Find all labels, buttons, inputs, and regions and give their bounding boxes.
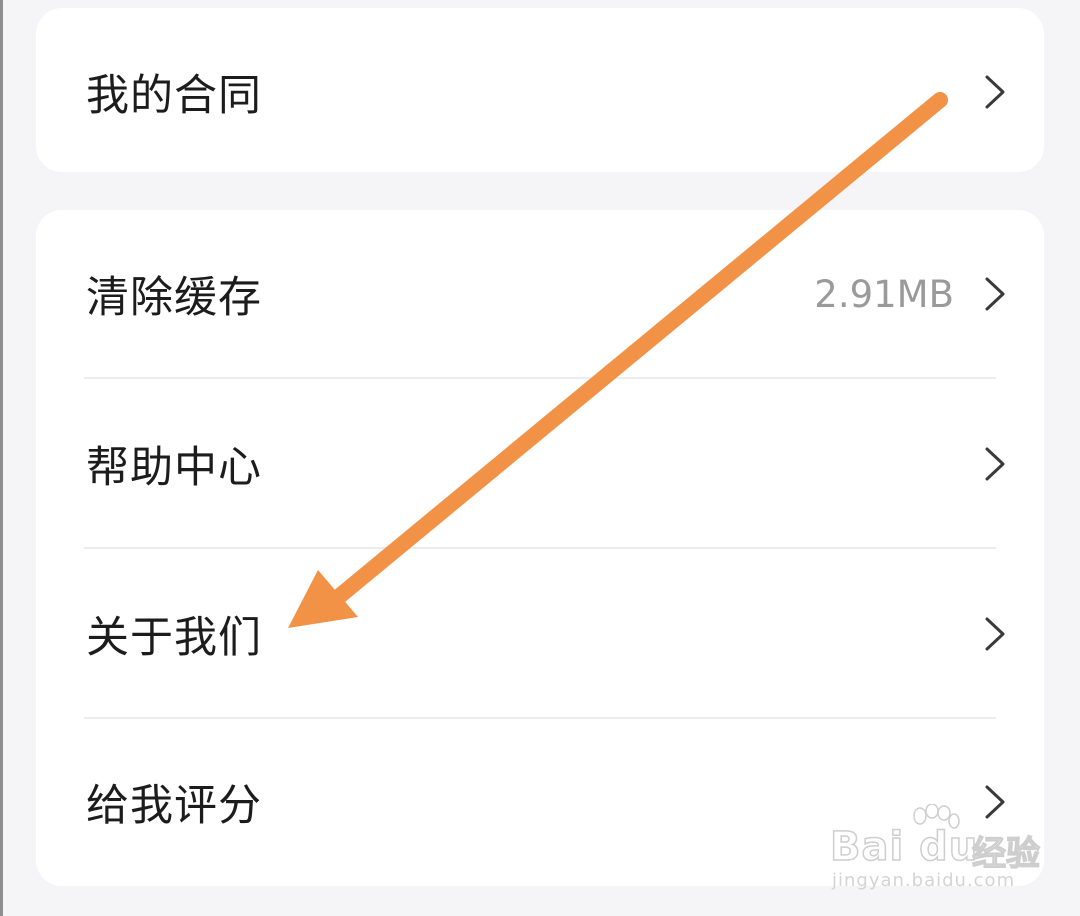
settings-card: 清除缓存 2.91MB 帮助中心 关于我们 给我评分: [36, 210, 1044, 886]
row-divider: [84, 377, 996, 379]
chevron-right-icon: [985, 277, 1005, 311]
chevron-right-icon: [985, 447, 1005, 481]
menu-item-label: 清除缓存: [86, 273, 262, 323]
menu-item-my-contract[interactable]: 我的合同: [36, 8, 1044, 176]
chevron-right-icon: [985, 617, 1005, 651]
menu-item-help-center[interactable]: 帮助中心: [36, 380, 1044, 548]
settings-page: 我的合同 清除缓存 2.91MB 帮助中心 关于我们 给我评分 Bai du 经…: [0, 0, 1080, 916]
watermark-brand: Bai du: [829, 823, 979, 871]
menu-item-label: 我的合同: [86, 71, 262, 121]
menu-item-about-us[interactable]: 关于我们: [36, 550, 1044, 718]
menu-item-clear-cache[interactable]: 清除缓存 2.91MB: [36, 210, 1044, 378]
watermark-brand-cn: 经验: [971, 833, 1040, 874]
baidu-jingyan-watermark: Bai du 经验 jingyan.baidu.com: [826, 800, 1066, 900]
cache-size-value: 2.91MB: [814, 272, 954, 316]
row-divider: [84, 547, 996, 549]
watermark-url: jingyan.baidu.com: [832, 870, 1016, 891]
contract-card: 我的合同: [36, 8, 1044, 172]
menu-item-label: 帮助中心: [86, 443, 262, 493]
window-edge: [0, 0, 3, 916]
menu-item-label: 关于我们: [86, 613, 262, 663]
chevron-right-icon: [985, 75, 1005, 109]
